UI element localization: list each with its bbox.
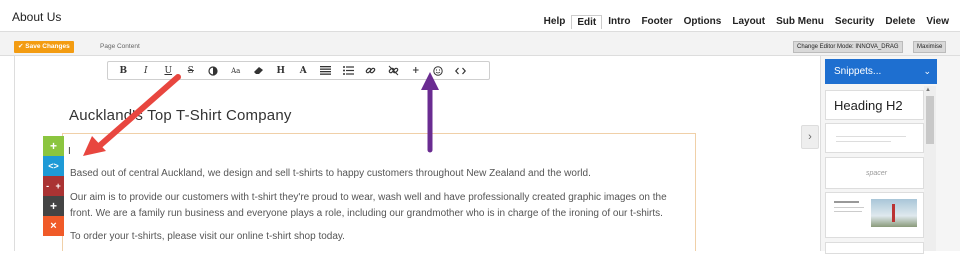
tab-help[interactable]: Help <box>539 15 571 29</box>
snippet-text-block[interactable] <box>825 123 924 153</box>
bold-label: B <box>119 65 128 76</box>
tab-intro[interactable]: Intro <box>603 15 635 29</box>
editor-subbar: ✔ Save Changes Page Content Change Edito… <box>0 31 960 56</box>
tab-security[interactable]: Security <box>830 15 879 29</box>
snippets-select[interactable]: Snippets... ⌄ <box>825 59 937 84</box>
toggle-snippets-button[interactable]: › <box>801 125 819 149</box>
snippet-spacer[interactable]: spacer <box>825 157 924 189</box>
lighthouse-shape <box>892 204 895 222</box>
grow-icon[interactable]: + <box>56 181 61 191</box>
color-icon[interactable] <box>202 62 225 79</box>
tab-sub-menu[interactable]: Sub Menu <box>771 15 829 29</box>
tab-view[interactable]: View <box>921 15 954 29</box>
page-content-label: Page Content <box>100 43 140 50</box>
chevron-down-icon: ⌄ <box>923 66 931 76</box>
font-size-label: Aa <box>231 66 241 75</box>
font-size-button[interactable]: Aa <box>225 62 248 79</box>
insert-button[interactable]: + <box>405 62 428 79</box>
formatting-toolbar: B I U S Aa H A + <box>107 61 490 80</box>
snippet-line <box>834 207 864 208</box>
strikethrough-label: S <box>187 65 194 76</box>
scroll-up-icon[interactable]: ▲ <box>925 87 931 93</box>
paragraph-3[interactable]: To order your t-shirts, please visit our… <box>70 229 690 245</box>
snippet-line <box>834 211 862 212</box>
text-cursor-icon: I <box>68 146 71 157</box>
italic-label: I <box>143 65 148 76</box>
font-button[interactable]: A <box>292 62 315 79</box>
page-title: About Us <box>12 10 62 24</box>
chevron-right-icon: › <box>808 131 812 143</box>
snippet-heading-h2[interactable]: Heading H2 <box>825 90 924 120</box>
tab-options[interactable]: Options <box>679 15 727 29</box>
add-icon: + <box>49 199 57 213</box>
insert-label: + <box>411 65 420 76</box>
content-heading[interactable]: Auckland's Top T-Shirt Company <box>69 107 292 124</box>
emoji-icon[interactable] <box>427 62 450 79</box>
snippet-heading-label: Heading H2 <box>834 98 903 113</box>
snippet-line <box>834 201 859 203</box>
align-icon[interactable] <box>315 62 338 79</box>
snippet-line <box>836 141 891 142</box>
snippet-next[interactable] <box>825 242 924 254</box>
lighthouse-image <box>871 199 917 227</box>
block-tools: + <> - + + × <box>43 136 64 236</box>
font-label: A <box>299 65 307 76</box>
tab-edit[interactable]: Edit <box>571 15 603 29</box>
eraser-icon[interactable] <box>247 62 270 79</box>
tab-bar: Help Edit Intro Footer Options Layout Su… <box>538 15 954 29</box>
tab-delete[interactable]: Delete <box>880 15 920 29</box>
top-bar: About Us Help Edit Intro Footer Options … <box>0 0 960 30</box>
unlink-icon[interactable] <box>382 62 405 79</box>
strikethrough-button[interactable]: S <box>180 62 203 79</box>
snippet-line <box>836 136 906 137</box>
snippets-scroll-thumb[interactable] <box>926 96 934 144</box>
snippet-image-text[interactable] <box>825 192 924 238</box>
add-block-button[interactable]: + <box>43 196 64 216</box>
save-changes-label: Save Changes <box>25 43 70 50</box>
tab-layout[interactable]: Layout <box>727 15 770 29</box>
underline-button[interactable]: U <box>157 62 180 79</box>
view-html-button[interactable]: <> <box>43 156 64 176</box>
resize-block-button[interactable]: - + <box>43 176 64 196</box>
snippets-select-label: Snippets... <box>834 66 882 77</box>
list-icon[interactable] <box>337 62 360 79</box>
italic-button[interactable]: I <box>135 62 158 79</box>
maximise-button[interactable]: Maximise <box>913 41 947 53</box>
link-icon[interactable] <box>360 62 383 79</box>
save-changes-button[interactable]: ✔ Save Changes <box>14 41 74 53</box>
heading-label: H <box>276 65 285 76</box>
paragraph-2[interactable]: Our aim is to provide our customers with… <box>70 190 690 222</box>
code-icon[interactable] <box>450 62 473 79</box>
tab-footer[interactable]: Footer <box>636 15 677 29</box>
move-block-button[interactable]: + <box>43 136 64 156</box>
heading-button[interactable]: H <box>270 62 293 79</box>
bold-button[interactable]: B <box>112 62 135 79</box>
snippets-panel: Snippets... ⌄ Heading H2 spacer <box>820 56 960 254</box>
change-editor-mode-button[interactable]: Change Editor Mode: INNOVA_DRAG <box>793 41 903 53</box>
snippet-spacer-label: spacer <box>866 170 888 177</box>
underline-label: U <box>164 65 173 76</box>
paragraph-1[interactable]: Based out of central Auckland, we design… <box>70 166 690 182</box>
delete-block-button[interactable]: × <box>43 216 64 236</box>
delete-icon: × <box>50 220 57 232</box>
shrink-icon[interactable]: - <box>46 181 49 191</box>
move-icon: + <box>49 139 57 153</box>
code-view-icon: <> <box>48 161 59 171</box>
